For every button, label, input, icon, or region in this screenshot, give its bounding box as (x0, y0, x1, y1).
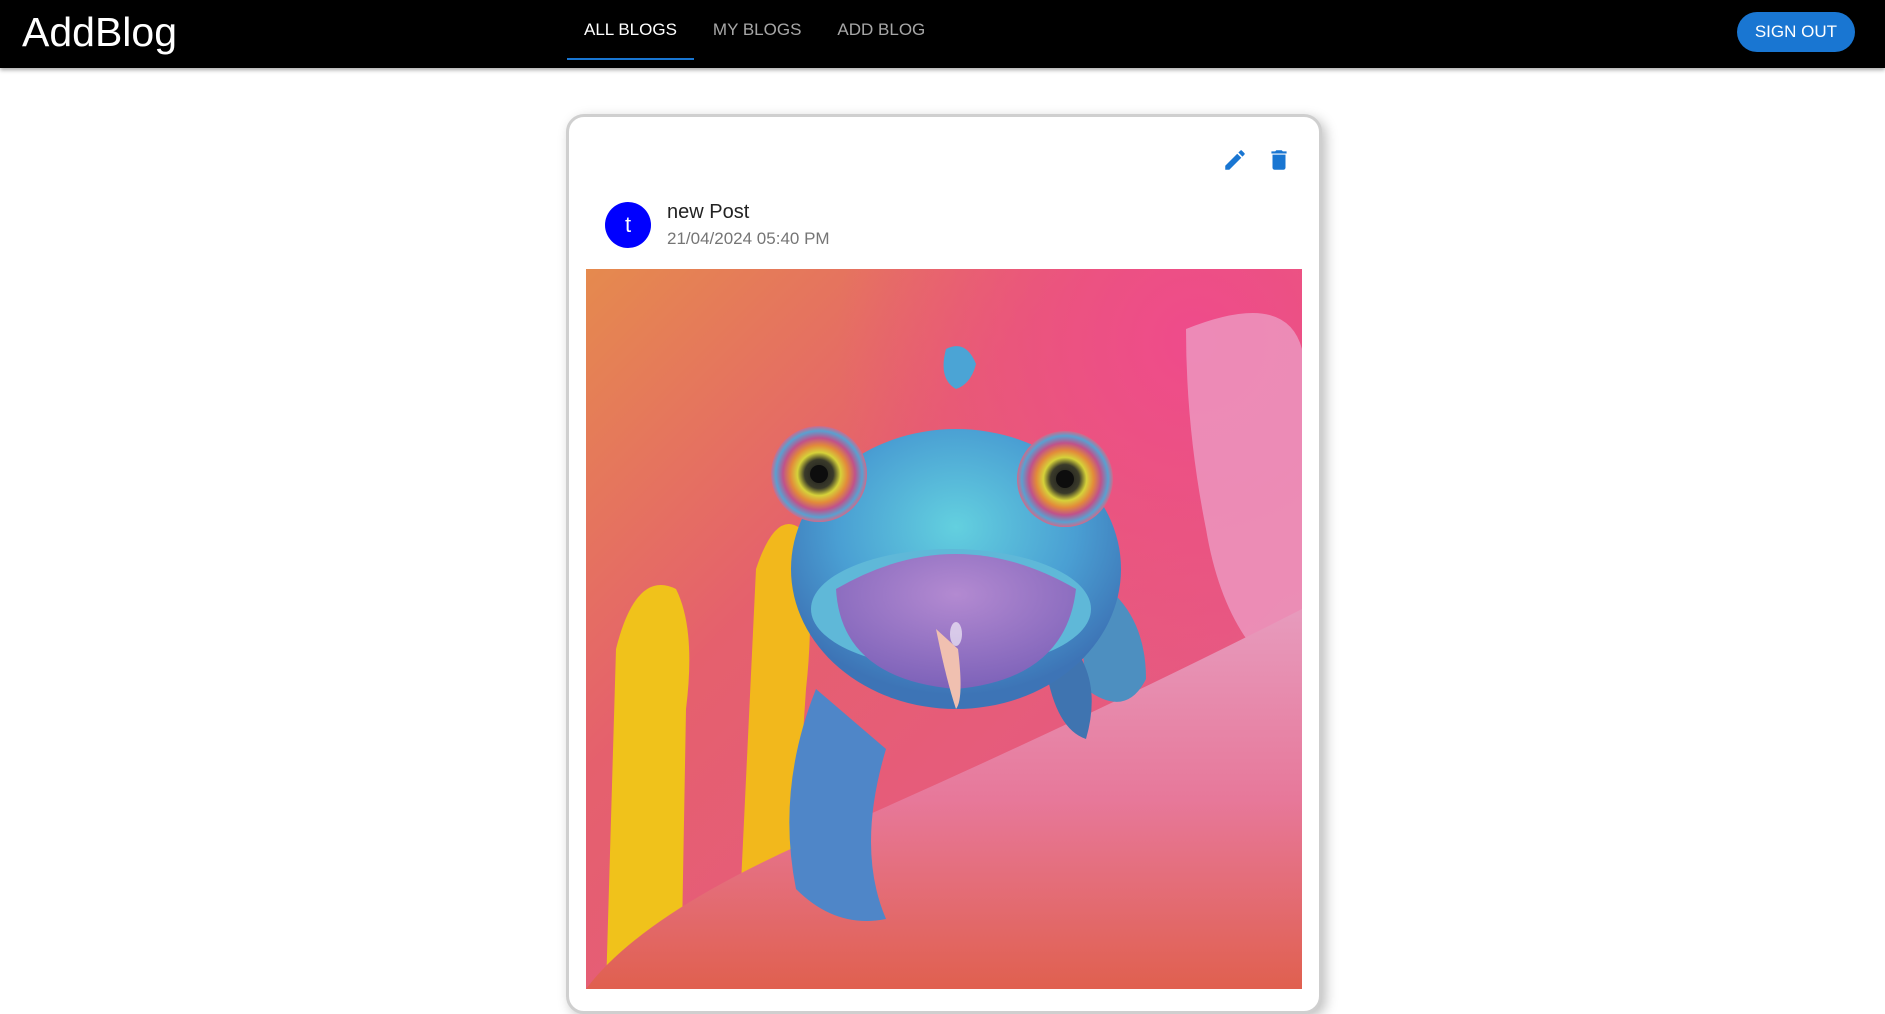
post-title: new Post (667, 201, 750, 223)
app-bar: AddBlog ALL BLOGS MY BLOGS ADD BLOG SIGN… (0, 0, 1885, 68)
edit-icon (1225, 150, 1245, 170)
edit-button[interactable] (1215, 140, 1255, 180)
blog-card: t new Post 21/04/2024 05:40 PM (566, 114, 1322, 1014)
post-image (586, 269, 1302, 989)
delete-button[interactable] (1259, 140, 1299, 180)
brand-logo[interactable]: AddBlog (22, 8, 177, 56)
sign-out-button[interactable]: SIGN OUT (1736, 12, 1855, 52)
chameleon-image (586, 269, 1302, 989)
tab-add-blog[interactable]: ADD BLOG (820, 0, 942, 60)
tab-my-blogs[interactable]: MY BLOGS (696, 0, 819, 60)
avatar: t (605, 202, 651, 248)
post-date: 21/04/2024 05:40 PM (667, 229, 830, 248)
tab-all-blogs[interactable]: ALL BLOGS (567, 0, 694, 60)
delete-icon (1271, 150, 1287, 170)
nav-tabs: ALL BLOGS MY BLOGS ADD BLOG (567, 0, 944, 60)
